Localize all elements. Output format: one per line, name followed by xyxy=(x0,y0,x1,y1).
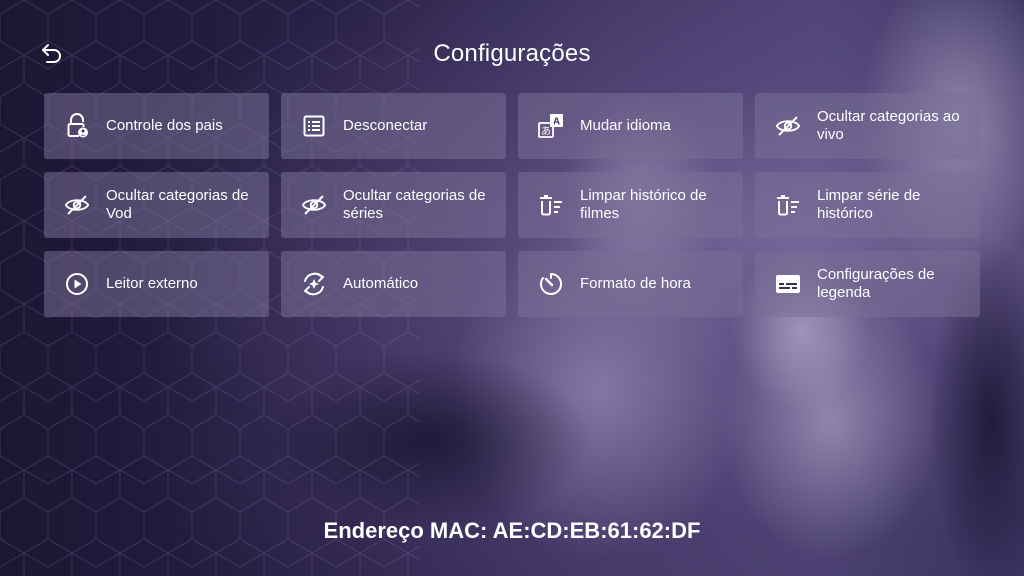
delete-list-icon xyxy=(775,192,801,218)
tile-clear-series-history[interactable]: Limpar série de histórico xyxy=(755,172,980,238)
tile-hide-vod-categories[interactable]: Ocultar categorias de Vod xyxy=(44,172,269,238)
subtitles-icon xyxy=(775,271,801,297)
tile-hide-live-categories[interactable]: Ocultar categorias ao vivo xyxy=(755,93,980,159)
tile-external-player[interactable]: Leitor externo xyxy=(44,251,269,317)
tile-automatic[interactable]: Automático xyxy=(281,251,506,317)
timer-icon xyxy=(538,271,564,297)
svg-text:A: A xyxy=(553,117,560,128)
page-title: Configurações xyxy=(433,40,591,67)
tile-label: Controle dos pais xyxy=(106,117,223,134)
settings-screen: Configurações Controle dos pais Desconec… xyxy=(0,0,1024,576)
tile-change-language[interactable]: A あ Mudar idioma xyxy=(518,93,743,159)
eye-off-icon xyxy=(301,192,327,218)
lock-user-icon xyxy=(64,113,90,139)
translate-icon: A あ xyxy=(538,113,564,139)
top-bar: Configurações xyxy=(0,0,1024,90)
list-icon xyxy=(301,113,327,139)
svg-text:あ: あ xyxy=(541,126,551,138)
eye-off-icon xyxy=(775,113,801,139)
tile-label: Ocultar categorias de Vod xyxy=(106,187,249,222)
tile-label: Configurações de legenda xyxy=(817,266,935,301)
tile-label: Automático xyxy=(343,275,419,292)
tile-clear-movie-history[interactable]: Limpar histórico de filmes xyxy=(518,172,743,238)
eye-off-icon xyxy=(64,192,90,218)
tile-label: Desconectar xyxy=(343,117,428,134)
tile-label: Limpar histórico de filmes xyxy=(580,187,707,222)
auto-refresh-icon xyxy=(301,271,327,297)
tile-label: Ocultar categorias de séries xyxy=(343,187,486,222)
settings-grid: Controle dos pais Desconectar A あ Mudar … xyxy=(44,93,981,317)
tile-label: Mudar idioma xyxy=(580,117,671,134)
tile-label: Leitor externo xyxy=(106,275,198,292)
tile-label: Limpar série de histórico xyxy=(817,187,921,222)
tile-subtitle-settings[interactable]: Configurações de legenda xyxy=(755,251,980,317)
tile-parental-control[interactable]: Controle dos pais xyxy=(44,93,269,159)
tile-time-format[interactable]: Formato de hora xyxy=(518,251,743,317)
tile-label: Formato de hora xyxy=(580,275,691,292)
tile-hide-series-categories[interactable]: Ocultar categorias de séries xyxy=(281,172,506,238)
tile-disconnect[interactable]: Desconectar xyxy=(281,93,506,159)
tile-label: Ocultar categorias ao vivo xyxy=(817,108,960,143)
mac-address: Endereço MAC: AE:CD:EB:61:62:DF xyxy=(323,518,701,543)
delete-list-icon xyxy=(538,192,564,218)
play-circle-icon xyxy=(64,271,90,297)
